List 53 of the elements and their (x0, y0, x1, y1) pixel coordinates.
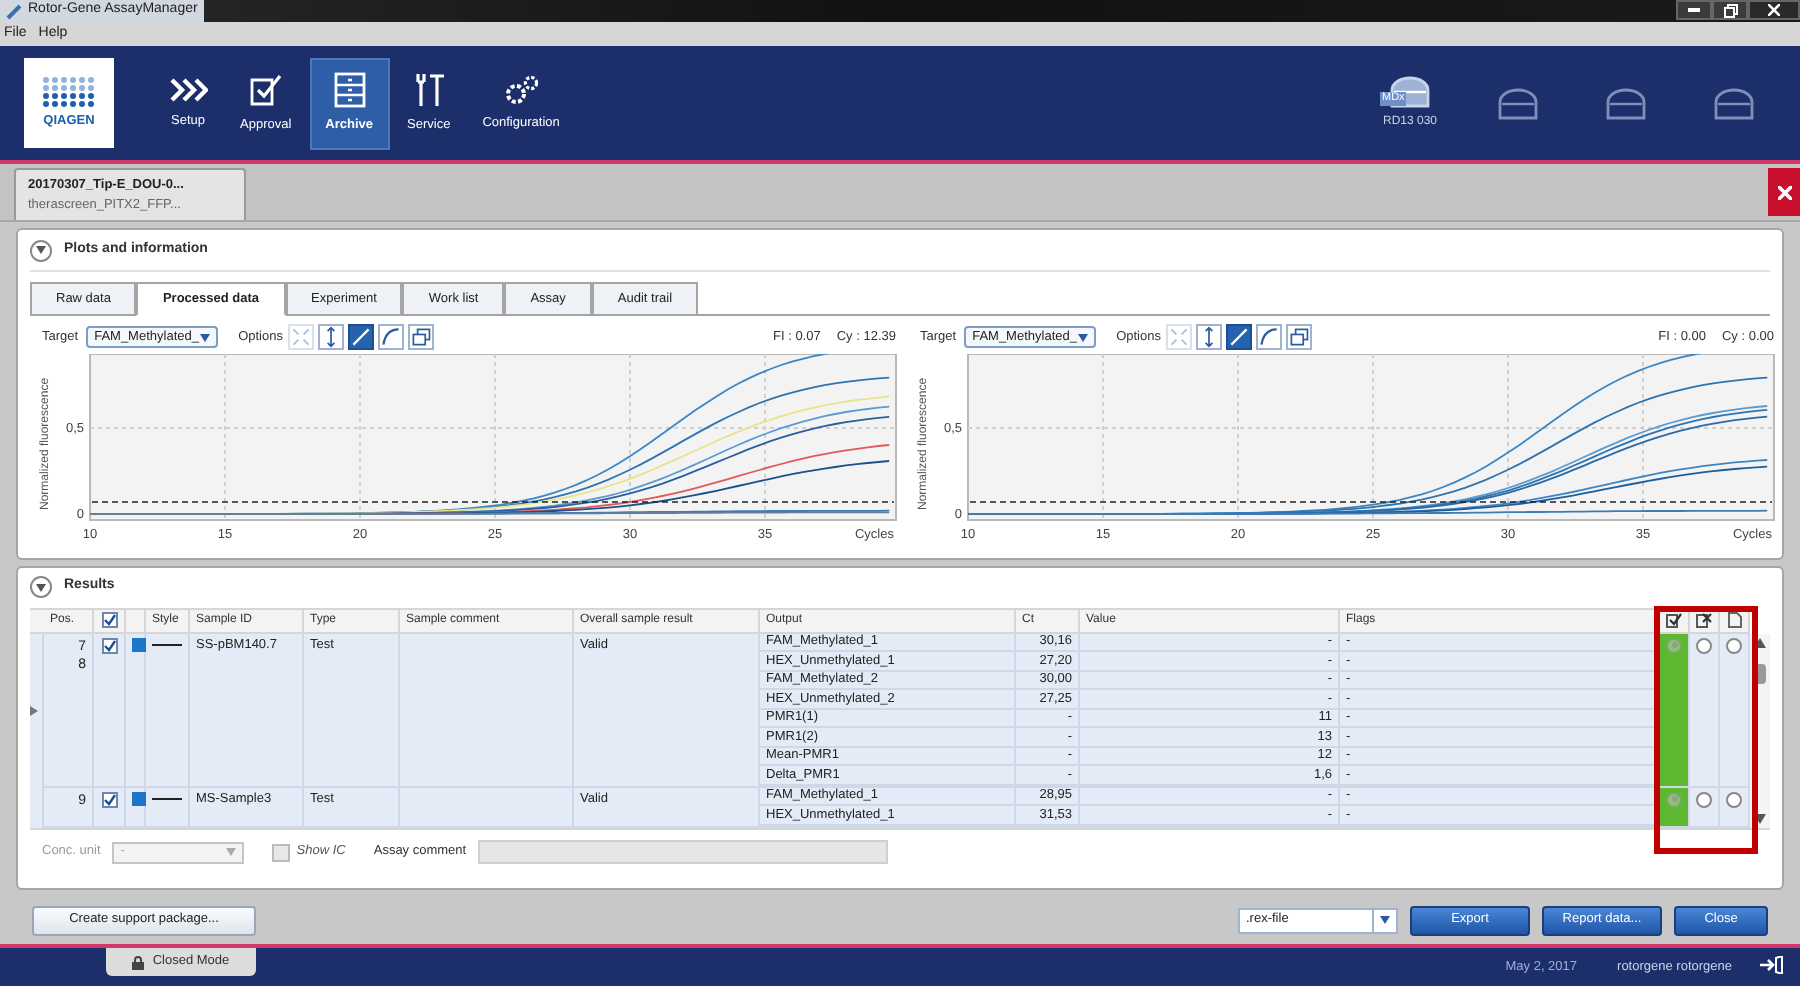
approval-radio[interactable] (1666, 637, 1682, 654)
minimize-icon (1688, 8, 1700, 12)
line-icon[interactable] (348, 324, 375, 350)
windows-icon[interactable] (1286, 324, 1313, 350)
row-checkbox[interactable] (101, 791, 117, 808)
caret-icon (36, 583, 46, 592)
line-style-swatch (152, 797, 182, 800)
close-tab-button[interactable] (1768, 168, 1800, 216)
approval-radio[interactable] (1726, 791, 1742, 808)
caret-icon (1380, 916, 1390, 925)
show-ic-checkbox[interactable] (272, 843, 291, 862)
minimize-button[interactable] (1676, 0, 1712, 20)
current-row-icon (30, 705, 38, 716)
close-button[interactable] (1748, 0, 1800, 20)
windows-icon[interactable] (408, 324, 435, 350)
accept-icon[interactable] (1666, 612, 1682, 629)
tools-icon (410, 71, 447, 108)
cabinet-icon (331, 71, 368, 108)
line-style-swatch (152, 643, 182, 646)
collapse-toggle[interactable] (30, 576, 52, 599)
approval-radio[interactable] (1666, 791, 1682, 808)
select-all-checkbox[interactable] (101, 612, 117, 629)
gears-icon (501, 73, 542, 106)
close-icon (1768, 4, 1780, 16)
scroll-thumb[interactable] (1755, 663, 1765, 684)
vertical-arrows-icon[interactable] (318, 324, 345, 350)
curve-icon[interactable] (1256, 324, 1283, 350)
lock-icon (132, 955, 145, 969)
approval-radio[interactable] (1696, 791, 1712, 808)
approval-radio[interactable] (1696, 637, 1712, 654)
reject-icon[interactable] (1696, 612, 1712, 629)
close-icon (1777, 185, 1791, 199)
row-checkbox[interactable] (101, 637, 117, 654)
collapse-toggle[interactable] (30, 239, 52, 261)
logout-icon[interactable] (1760, 956, 1784, 974)
curve-icon[interactable] (378, 324, 405, 350)
caret-icon (1078, 333, 1089, 341)
checklist-icon (247, 71, 284, 108)
scroll-up-icon[interactable] (1754, 637, 1766, 648)
document-icon[interactable] (1727, 612, 1741, 629)
scroll-down-icon[interactable] (1754, 813, 1766, 824)
dots-icon (42, 75, 96, 108)
restore-icon (1723, 3, 1737, 17)
line-icon[interactable] (1226, 324, 1253, 350)
approval-radio[interactable] (1726, 637, 1742, 654)
caret-icon (226, 848, 237, 857)
caret-icon (200, 333, 211, 341)
restore-button[interactable] (1712, 0, 1748, 20)
vertical-arrows-icon[interactable] (1196, 324, 1223, 350)
assay-comment-field[interactable] (478, 840, 889, 865)
caret-icon (36, 246, 46, 254)
chevrons-icon (168, 75, 208, 104)
app-icon (6, 3, 22, 19)
